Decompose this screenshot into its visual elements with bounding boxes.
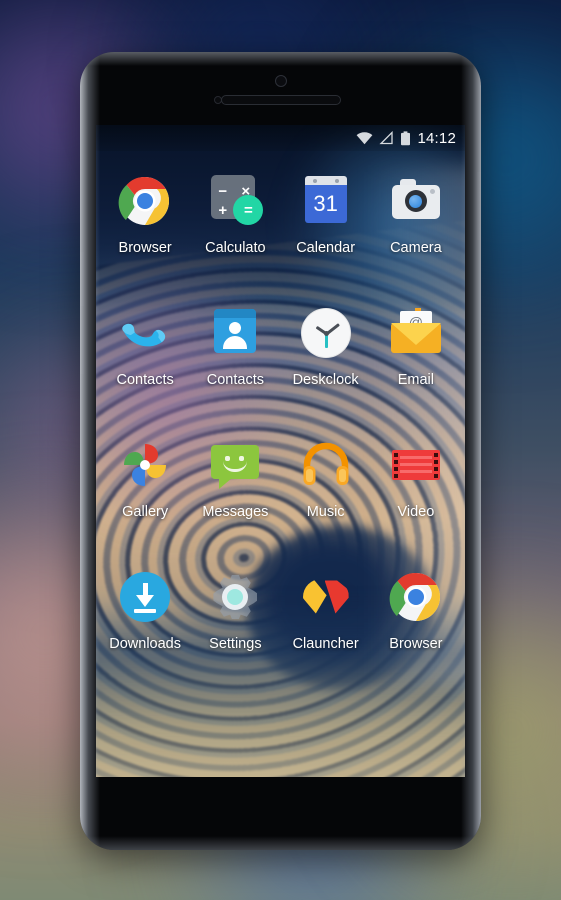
app-icon-messages[interactable]: Messages	[190, 425, 280, 557]
volume-down-button[interactable]	[80, 320, 84, 374]
top-bezel	[80, 52, 481, 125]
battery-icon	[400, 130, 411, 146]
phone-handset-icon	[117, 305, 173, 361]
app-label: Calculato	[205, 240, 266, 256]
app-icon-downloads[interactable]: Downloads	[100, 557, 190, 689]
signal-icon	[379, 131, 394, 145]
power-button[interactable]	[477, 172, 481, 240]
chrome-icon	[117, 173, 173, 229]
front-camera-icon	[274, 75, 287, 87]
app-label: Gallery	[122, 504, 169, 520]
volume-up-button[interactable]	[80, 252, 84, 306]
phone-bottom-edge-highlight	[80, 836, 481, 850]
app-label: Settings	[209, 636, 262, 652]
email-icon: @	[388, 305, 444, 361]
app-icon-email[interactable]: @ Email	[371, 293, 461, 425]
app-icon-browser-2[interactable]: Browser	[371, 557, 461, 689]
app-icon-clauncher[interactable]: Clauncher	[281, 557, 371, 689]
app-label: Messages	[202, 504, 269, 520]
chrome-icon	[388, 569, 444, 625]
messages-bubble-icon	[207, 437, 263, 493]
app-icon-calculator[interactable]: − × + = Calculato	[190, 161, 280, 293]
app-label: Browser	[118, 240, 172, 256]
app-icon-deskclock[interactable]: Deskclock	[281, 293, 371, 425]
wifi-icon	[356, 131, 373, 145]
calendar-icon: 31	[298, 173, 354, 229]
app-icon-contacts-phone[interactable]: Contacts	[100, 293, 190, 425]
app-label: Music	[306, 504, 345, 520]
heart-icon	[298, 569, 354, 625]
app-label: Downloads	[109, 636, 181, 652]
app-label: Contacts	[116, 372, 174, 388]
app-icon-contacts-card[interactable]: Contacts	[190, 293, 280, 425]
app-icon-calendar[interactable]: 31 Calendar	[281, 161, 371, 293]
app-label: Contacts	[206, 372, 264, 388]
app-icon-camera[interactable]: Camera	[371, 161, 461, 293]
app-icon-music[interactable]: Music	[281, 425, 371, 557]
app-label: Deskclock	[292, 372, 359, 388]
earpiece-speaker	[220, 95, 341, 105]
app-icon-settings[interactable]: Settings	[190, 557, 280, 689]
app-label: Email	[397, 372, 434, 388]
photos-pinwheel-icon	[117, 437, 173, 493]
gear-icon	[207, 569, 263, 625]
calendar-day-number: 31	[313, 191, 338, 216]
phone-screen: 14:12 Browser − × + = Calculato 31 Calen…	[96, 125, 465, 777]
app-label: Camera	[390, 240, 442, 256]
app-label: Calendar	[296, 240, 356, 256]
camera-icon	[388, 173, 444, 229]
clock-icon	[298, 305, 354, 361]
app-label: Clauncher	[292, 636, 359, 652]
app-grid: Browser − × + = Calculato 31 Calendar Ca…	[96, 153, 465, 689]
app-icon-browser[interactable]: Browser	[100, 161, 190, 293]
status-bar[interactable]: 14:12	[96, 125, 465, 151]
calculator-icon: − × + =	[207, 173, 264, 229]
app-label: Video	[397, 504, 435, 520]
app-label: Browser	[389, 636, 443, 652]
headphones-icon	[298, 437, 354, 493]
app-icon-video[interactable]: Video	[371, 425, 461, 557]
film-strip-icon	[388, 437, 444, 493]
status-clock: 14:12	[417, 129, 456, 147]
download-icon	[117, 569, 173, 625]
phone-device-mockup: 14:12 Browser − × + = Calculato 31 Calen…	[80, 52, 481, 850]
contacts-card-icon	[207, 305, 263, 361]
app-icon-gallery[interactable]: Gallery	[100, 425, 190, 557]
